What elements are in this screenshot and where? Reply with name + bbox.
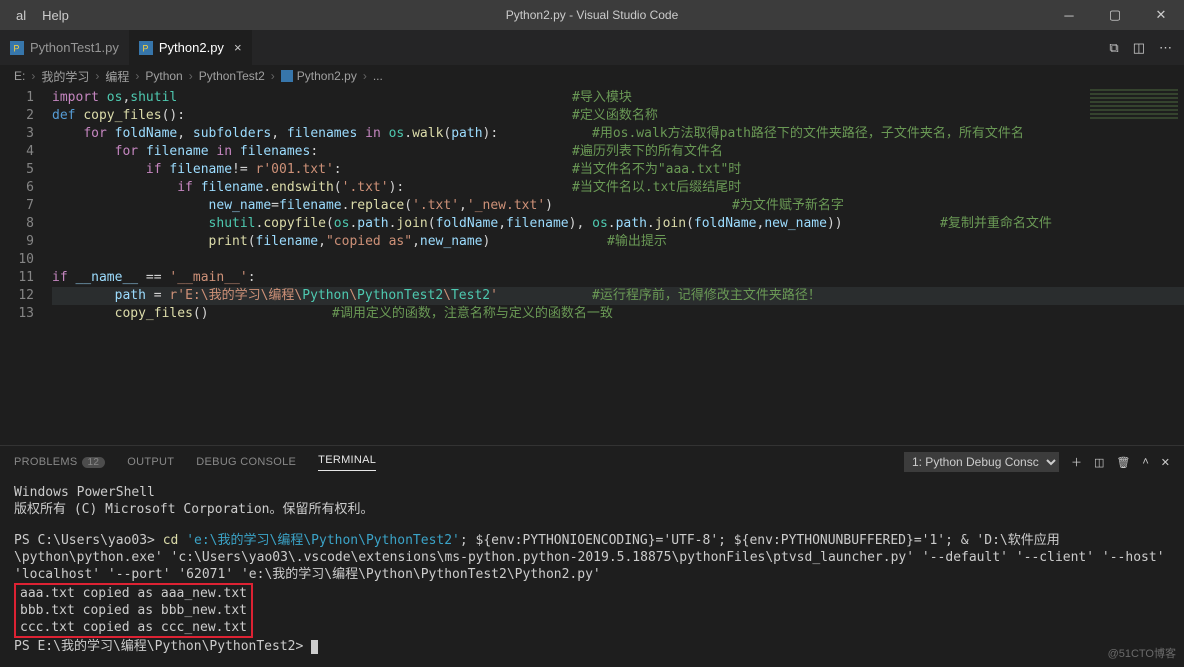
close-button[interactable]: ✕: [1138, 0, 1184, 30]
terminal-line: ccc.txt copied as ccc_new.txt: [20, 619, 247, 636]
code-content[interactable]: import os,shutil#导入模块def copy_files():#定…: [52, 87, 1184, 445]
python-file-icon: [281, 70, 293, 82]
panel-tab-debug-console[interactable]: Debug Console: [196, 456, 296, 468]
line-number-gutter: 12345678910111213: [0, 87, 52, 445]
panel-tab-output[interactable]: Output: [127, 456, 174, 468]
tab-python2[interactable]: P Python2.py ×: [129, 30, 252, 65]
editor-tab-bar: P PythonTest1.py P Python2.py × ⧉ ◫ ⋯: [0, 30, 1184, 65]
split-terminal-icon[interactable]: ◫: [1094, 456, 1104, 469]
split-editor-icon[interactable]: ◫: [1133, 40, 1145, 56]
terminal-cursor: [311, 640, 318, 654]
code-editor[interactable]: 12345678910111213 import os,shutil#导入模块d…: [0, 87, 1184, 445]
close-panel-icon[interactable]: ✕: [1161, 456, 1170, 469]
terminal-line: PS C:\Users\yao03> cd 'e:\我的学习\编程\Python…: [14, 532, 1170, 583]
python-file-icon: P: [10, 41, 24, 55]
terminal-content[interactable]: Windows PowerShell 版权所有 (C) Microsoft Co…: [0, 478, 1184, 661]
terminal-line: bbb.txt copied as bbb_new.txt: [20, 602, 247, 619]
terminal-line: Windows PowerShell: [14, 484, 1170, 501]
minimize-button[interactable]: ─: [1046, 0, 1092, 30]
panel-tab-problems[interactable]: Problems12: [14, 456, 105, 468]
crumb[interactable]: PythonTest2: [199, 69, 265, 83]
maximize-button[interactable]: ▢: [1092, 0, 1138, 30]
crumb[interactable]: ...: [373, 69, 383, 83]
menu-item-terminal[interactable]: al: [8, 2, 34, 29]
compare-icon[interactable]: ⧉: [1109, 40, 1118, 56]
terminal-line: aaa.txt copied as aaa_new.txt: [20, 585, 247, 602]
svg-text:P: P: [142, 43, 148, 53]
tab-close-icon[interactable]: ×: [230, 40, 242, 55]
window-title: Python2.py - Visual Studio Code: [506, 8, 679, 22]
bottom-panel: Problems12 Output Debug Console Terminal…: [0, 445, 1184, 661]
kill-terminal-icon[interactable]: 🗑: [1116, 456, 1130, 469]
svg-text:P: P: [14, 43, 20, 53]
breadcrumb[interactable]: E:› 我的学习› 编程› Python› PythonTest2› Pytho…: [0, 65, 1184, 87]
crumb[interactable]: E:: [14, 69, 25, 83]
menu-bar: al Help: [0, 2, 77, 29]
maximize-panel-icon[interactable]: ˄: [1142, 456, 1148, 468]
crumb[interactable]: 编程: [105, 68, 129, 85]
terminal-line: PS E:\我的学习\编程\Python\PythonTest2>: [14, 638, 1170, 655]
terminal-output-highlight: aaa.txt copied as aaa_new.txt bbb.txt co…: [14, 583, 253, 638]
crumb[interactable]: Python: [145, 69, 182, 83]
python-file-icon: P: [139, 41, 153, 55]
crumb[interactable]: Python2.py: [297, 69, 357, 83]
more-actions-icon[interactable]: ⋯: [1159, 40, 1172, 56]
problems-count-badge: 12: [82, 457, 106, 468]
panel-tab-terminal[interactable]: Terminal: [318, 454, 376, 471]
terminal-selector[interactable]: 1: Python Debug Consc: [904, 452, 1059, 472]
crumb[interactable]: 我的学习: [41, 68, 89, 85]
minimap[interactable]: [1084, 87, 1184, 445]
title-bar: al Help Python2.py - Visual Studio Code …: [0, 0, 1184, 30]
menu-item-help[interactable]: Help: [34, 2, 77, 29]
terminal-line: 版权所有 (C) Microsoft Corporation。保留所有权利。: [14, 501, 1170, 518]
new-terminal-icon[interactable]: ＋: [1071, 454, 1082, 470]
watermark: @51CTO博客: [1108, 645, 1176, 661]
tab-pythontest1[interactable]: P PythonTest1.py: [0, 30, 129, 65]
tab-label: PythonTest1.py: [30, 40, 119, 55]
tab-label: Python2.py: [159, 40, 224, 55]
